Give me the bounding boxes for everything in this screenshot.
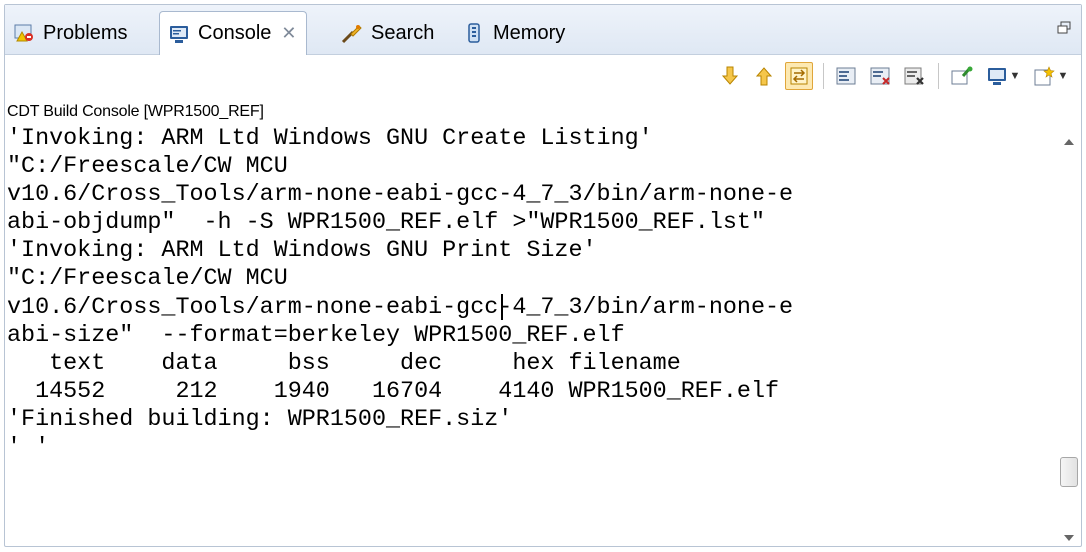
remove-launch-icon[interactable] [868, 63, 894, 89]
chevron-down-icon[interactable]: ▼ [1010, 70, 1021, 82]
toolbar-separator [938, 63, 939, 89]
console-line: "C:/Freescale/CW MCU [7, 266, 288, 293]
console-line: text data bss dec hex filename [7, 350, 681, 377]
pin-console-icon[interactable] [949, 63, 975, 89]
scroll-lock-icon[interactable] [785, 62, 813, 90]
remove-all-launches-icon[interactable] [902, 63, 928, 89]
tab-problems[interactable]: Problems [13, 13, 127, 53]
scroll-down-icon[interactable] [717, 63, 743, 89]
console-line: 'Finished building: WPR1500_REF.siz' [7, 406, 513, 433]
console-line: ' ' [7, 435, 50, 462]
scrollbar-thumb[interactable] [1060, 457, 1078, 487]
toolbar-separator [823, 63, 824, 89]
tab-label: Console [198, 22, 272, 44]
text-caret [501, 294, 503, 320]
scroll-up-arrow-icon[interactable] [1064, 139, 1074, 145]
console-view: Problems Console ✕ Search Memory ▼ ▼ CDT… [4, 4, 1082, 547]
console-line: v10.6/Cross_Tools/arm-none-eabi-gcc-4_7_… [7, 294, 794, 321]
clear-console-icon[interactable] [834, 63, 860, 89]
console-output[interactable]: 'Invoking: ARM Ltd Windows GNU Create Li… [7, 125, 1053, 545]
console-line: 14552 212 1940 16704 4140 WPR1500_REF.el… [7, 378, 780, 405]
console-line: "C:/Freescale/CW MCU [7, 154, 288, 181]
open-console-icon[interactable]: ▼ [1031, 63, 1071, 89]
console-line: abi-objdump" -h -S WPR1500_REF.elf >"WPR… [7, 210, 765, 237]
display-console-icon[interactable]: ▼ [983, 63, 1023, 89]
maximize-view-icon[interactable] [1057, 21, 1071, 40]
scroll-up-icon[interactable] [751, 63, 777, 89]
console-line: 'Invoking: ARM Ltd Windows GNU Print Siz… [7, 238, 597, 265]
close-icon[interactable]: ✕ [281, 23, 296, 44]
console-line: abi-size" --format=berkeley WPR1500_REF.… [7, 322, 625, 349]
console-line: 'Invoking: ARM Ltd Windows GNU Create Li… [7, 126, 653, 152]
tab-label: Search [371, 21, 435, 44]
scroll-down-arrow-icon[interactable] [1064, 535, 1074, 541]
tab-label: Problems [43, 21, 128, 44]
memory-icon [463, 22, 485, 44]
problems-icon [13, 22, 35, 44]
tab-console[interactable]: Console ✕ [159, 11, 308, 55]
view-tab-bar: Problems Console ✕ Search Memory [5, 5, 1081, 55]
console-toolbar: ▼ ▼ [713, 57, 1075, 95]
tab-search[interactable]: Search [341, 13, 434, 53]
tab-memory[interactable]: Memory [463, 13, 565, 53]
tab-label: Memory [493, 21, 566, 44]
vertical-scrollbar[interactable] [1058, 135, 1080, 545]
console-line: v10.6/Cross_Tools/arm-none-eabi-gcc-4_7_… [7, 182, 794, 209]
chevron-down-icon[interactable]: ▼ [1058, 70, 1069, 82]
console-icon [168, 23, 190, 45]
search-icon [341, 22, 363, 44]
console-title: CDT Build Console [WPR1500_REF] [7, 103, 264, 120]
